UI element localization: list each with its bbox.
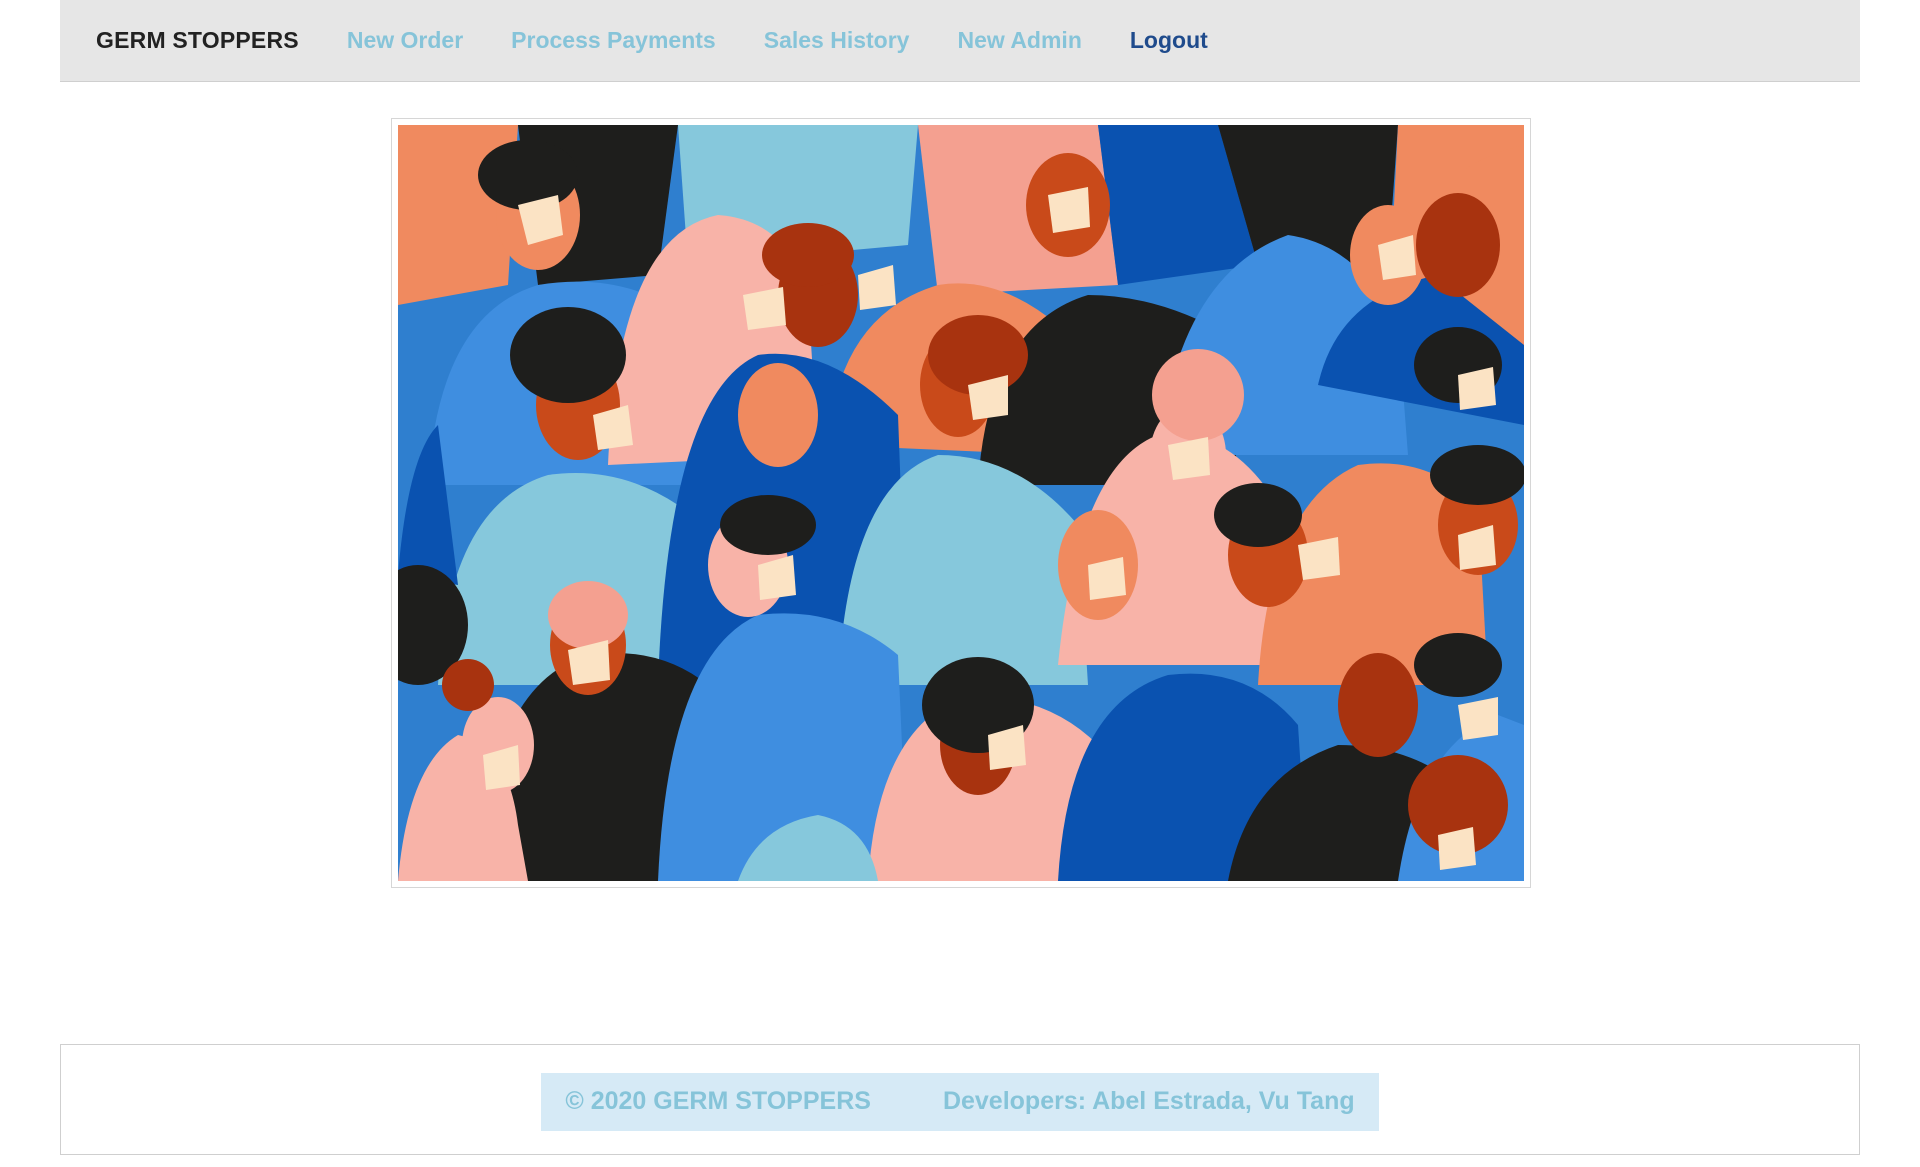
top-navbar: GERM STOPPERS New Order Process Payments… — [60, 0, 1860, 82]
nav-logout[interactable]: Logout — [1130, 27, 1208, 54]
nav-new-admin[interactable]: New Admin — [957, 27, 1081, 54]
nav-new-order[interactable]: New Order — [347, 27, 463, 54]
page-footer: © 2020 GERM STOPPERS Developers: Abel Es… — [60, 1044, 1860, 1155]
masked-crowd-illustration — [398, 125, 1524, 881]
hero-image-frame — [391, 118, 1531, 888]
brand-link[interactable]: GERM STOPPERS — [96, 27, 299, 54]
footer-bar: © 2020 GERM STOPPERS Developers: Abel Es… — [541, 1072, 1379, 1131]
footer-copyright: © 2020 GERM STOPPERS — [565, 1087, 871, 1115]
nav-sales-history[interactable]: Sales History — [764, 27, 910, 54]
footer-developers: Developers: Abel Estrada, Vu Tang — [942, 1087, 1355, 1115]
nav-process-payments[interactable]: Process Payments — [511, 27, 716, 54]
